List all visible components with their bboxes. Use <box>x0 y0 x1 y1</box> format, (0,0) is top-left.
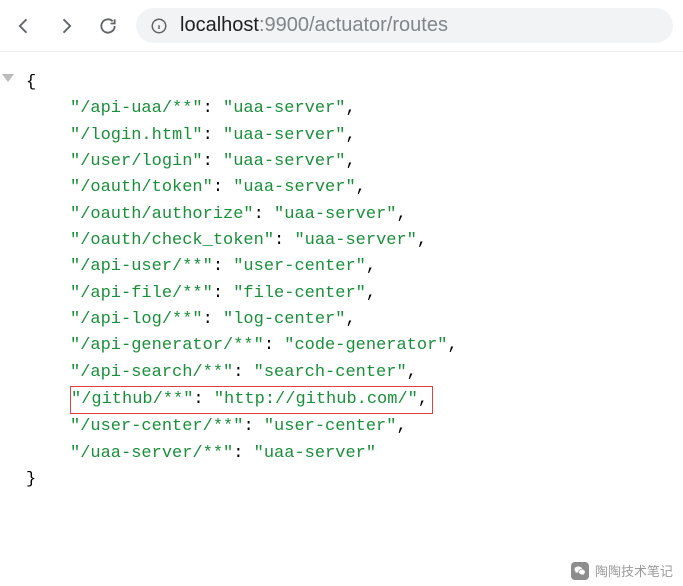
json-entry: "/oauth/token": "uaa-server", <box>8 175 675 201</box>
json-colon: : <box>203 126 223 145</box>
json-value: "uaa-server" <box>223 126 345 145</box>
json-key: "/api-uaa/**" <box>70 99 203 118</box>
json-entry: "/api-file/**": "file-center", <box>8 281 675 307</box>
json-entries: "/api-uaa/**": "uaa-server","/login.html… <box>8 96 675 467</box>
json-value: "user-center" <box>233 257 366 276</box>
json-key: "/api-user/**" <box>70 257 213 276</box>
json-key: "/github/**" <box>71 390 193 409</box>
json-entry: "/user/login": "uaa-server", <box>8 149 675 175</box>
json-entry: "/oauth/authorize": "uaa-server", <box>8 202 675 228</box>
reload-button[interactable] <box>94 12 122 40</box>
json-colon: : <box>233 444 253 463</box>
json-entry: "/uaa-server/**": "uaa-server" <box>8 441 675 467</box>
json-close-brace: } <box>26 467 675 493</box>
json-value: "uaa-server" <box>254 444 376 463</box>
json-open-brace: { <box>26 70 675 96</box>
json-colon: : <box>203 152 223 171</box>
json-value: "uaa-server" <box>233 178 355 197</box>
json-comma: , <box>407 363 417 382</box>
json-key: "/api-file/**" <box>70 284 213 303</box>
json-key: "/uaa-server/**" <box>70 444 233 463</box>
json-viewer: { "/api-uaa/**": "uaa-server","/login.ht… <box>0 52 683 504</box>
json-colon: : <box>203 99 223 118</box>
json-value: "http://github.com/" <box>214 390 418 409</box>
url-host: localhost <box>180 14 259 36</box>
url-path: :9900/actuator/routes <box>259 14 448 36</box>
json-comma: , <box>345 310 355 329</box>
json-value: "uaa-server" <box>274 205 396 224</box>
json-key: "/api-search/**" <box>70 363 233 382</box>
json-value: "uaa-server" <box>294 231 416 250</box>
json-colon: : <box>233 363 253 382</box>
json-entry: "/api-uaa/**": "uaa-server", <box>8 96 675 122</box>
json-comma: , <box>366 257 376 276</box>
json-entry: "/api-search/**": "search-center", <box>8 360 675 386</box>
json-entry: "/login.html": "uaa-server", <box>8 123 675 149</box>
json-entry: "/user-center/**": "user-center", <box>8 414 675 440</box>
json-value: "uaa-server" <box>223 152 345 171</box>
json-colon: : <box>243 417 263 436</box>
collapse-toggle-icon[interactable] <box>2 74 14 82</box>
json-entry: "/github/**": "http://github.com/", <box>70 386 433 414</box>
json-entry: "/oauth/check_token": "uaa-server", <box>8 228 675 254</box>
json-colon: : <box>203 310 223 329</box>
json-key: "/user/login" <box>70 152 203 171</box>
json-comma: , <box>447 336 457 355</box>
browser-toolbar: localhost:9900/actuator/routes <box>0 0 683 52</box>
json-entry: "/api-user/**": "user-center", <box>8 254 675 280</box>
json-value: "uaa-server" <box>223 99 345 118</box>
json-comma: , <box>396 205 406 224</box>
json-key: "/api-log/**" <box>70 310 203 329</box>
json-value: "user-center" <box>264 417 397 436</box>
json-colon: : <box>274 231 294 250</box>
json-value: "search-center" <box>254 363 407 382</box>
json-key: "/oauth/authorize" <box>70 205 254 224</box>
forward-button[interactable] <box>52 12 80 40</box>
json-comma: , <box>345 126 355 145</box>
json-colon: : <box>193 390 213 409</box>
watermark: 陶陶技术笔记 <box>571 561 673 580</box>
json-colon: : <box>213 284 233 303</box>
json-entry: "/api-generator/**": "code-generator", <box>8 333 675 359</box>
json-colon: : <box>213 178 233 197</box>
json-comma: , <box>366 284 376 303</box>
json-key: "/api-generator/**" <box>70 336 264 355</box>
json-key: "/login.html" <box>70 126 203 145</box>
json-comma: , <box>418 390 428 409</box>
json-comma: , <box>345 152 355 171</box>
json-comma: , <box>417 231 427 250</box>
json-entry: "/api-log/**": "log-center", <box>8 307 675 333</box>
watermark-text: 陶陶技术笔记 <box>595 561 673 580</box>
url-text: localhost:9900/actuator/routes <box>180 14 448 37</box>
json-colon: : <box>264 336 284 355</box>
json-key: "/oauth/check_token" <box>70 231 274 250</box>
json-comma: , <box>345 99 355 118</box>
site-info-icon[interactable] <box>150 17 168 35</box>
json-value: "file-center" <box>233 284 366 303</box>
json-colon: : <box>213 257 233 276</box>
wechat-icon <box>571 562 589 580</box>
json-value: "log-center" <box>223 310 345 329</box>
json-comma: , <box>396 417 406 436</box>
json-key: "/user-center/**" <box>70 417 243 436</box>
json-key: "/oauth/token" <box>70 178 213 197</box>
back-button[interactable] <box>10 12 38 40</box>
json-value: "code-generator" <box>284 336 447 355</box>
json-comma: , <box>356 178 366 197</box>
json-colon: : <box>254 205 274 224</box>
address-bar[interactable]: localhost:9900/actuator/routes <box>136 8 673 43</box>
